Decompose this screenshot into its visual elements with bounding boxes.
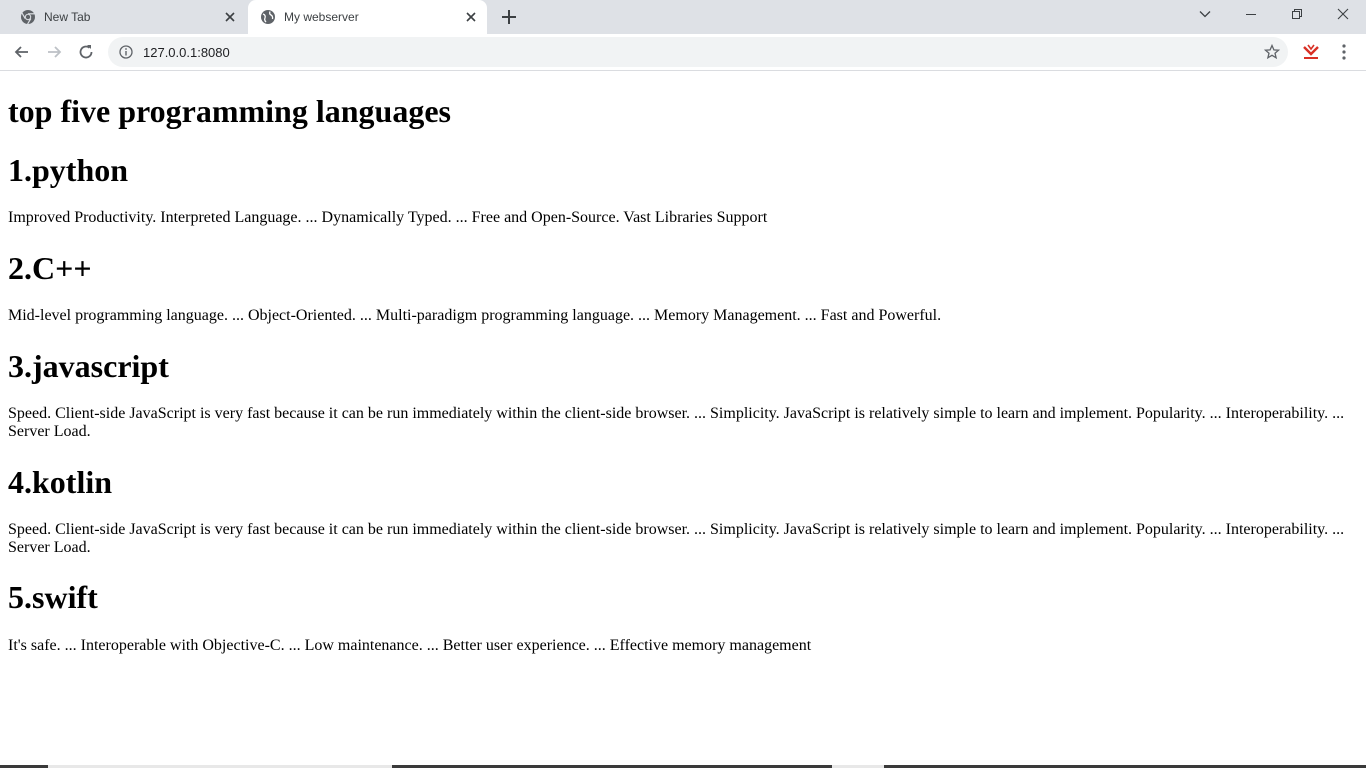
restore-button[interactable] [1274,0,1320,30]
tab-my-webserver[interactable]: My webserver [248,0,487,34]
tab-title: New Tab [44,10,91,24]
tab-new-tab[interactable]: New Tab [8,0,246,34]
close-icon[interactable] [222,9,238,25]
minimize-icon [1246,14,1256,15]
restore-icon [1292,9,1302,19]
globe-icon [261,10,275,24]
tab-search-button[interactable] [1182,0,1228,30]
extension-icon[interactable] [1302,43,1320,61]
section-heading: 2.C++ [8,250,92,286]
page-content: top five programming languages 1.python … [0,71,1366,768]
browser-window: New Tab My webserver 127.0.0.1:8080 top … [0,0,1366,768]
section-heading: 4.kotlin [8,464,113,500]
minimize-button[interactable] [1228,0,1274,30]
arrow-right-icon [48,46,62,58]
forward-button[interactable] [42,40,66,64]
tab-strip: New Tab My webserver [0,0,1366,34]
more-menu-icon[interactable] [1336,42,1352,62]
page-title: top five programming languages [8,93,451,129]
section-text: Speed. Client-side JavaScript is very fa… [8,405,1345,440]
back-button[interactable] [10,40,34,64]
chrome-icon [21,10,35,25]
section-text: Improved Productivity. Interpreted Langu… [8,209,768,226]
arrow-left-icon [14,46,28,58]
section-text: Mid-level programming language. ... Obje… [8,307,942,324]
address-bar[interactable]: 127.0.0.1:8080 [108,37,1288,67]
info-icon[interactable] [119,45,133,59]
new-tab-plus-icon[interactable] [499,7,519,27]
close-window-button[interactable] [1320,0,1366,30]
tab-title: My webserver [284,10,359,24]
browser-toolbar: 127.0.0.1:8080 [0,34,1366,71]
reload-icon [79,45,93,59]
close-icon[interactable] [463,9,479,25]
url-text[interactable]: 127.0.0.1:8080 [143,45,230,60]
close-icon [1337,8,1349,20]
star-icon[interactable] [1264,44,1280,60]
section-text: Speed. Client-side JavaScript is very fa… [8,521,1345,556]
reload-button[interactable] [74,40,98,64]
section-heading: 5.swift [8,579,98,615]
chevron-down-icon [1199,11,1211,18]
section-text: It's safe. ... Interoperable with Object… [8,637,812,654]
section-heading: 3.javascript [8,348,169,384]
section-heading: 1.python [8,152,129,188]
